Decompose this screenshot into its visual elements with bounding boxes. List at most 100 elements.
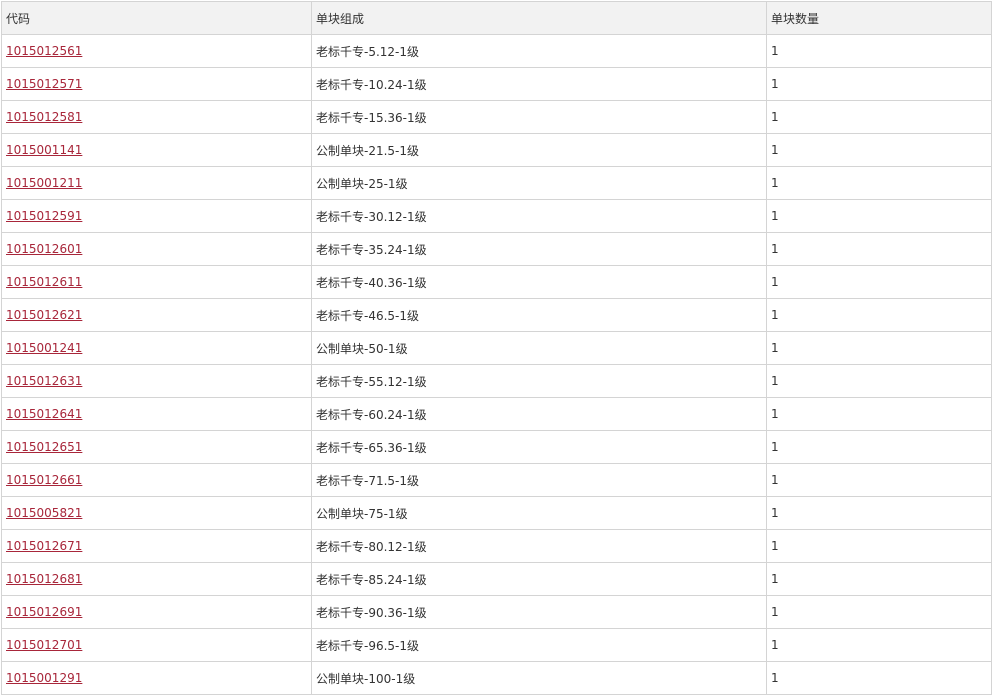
composition-cell: 老标千专-5.12-1级	[311, 34, 767, 68]
column-header-composition: 单块组成	[311, 1, 767, 35]
code-cell: 1015001211	[1, 166, 312, 200]
table-row: 1015012701 老标千专-96.5-1级 1	[1, 628, 992, 662]
composition-cell: 老标千专-85.24-1级	[311, 562, 767, 596]
composition-cell: 公制单块-50-1级	[311, 331, 767, 365]
code-cell: 1015012601	[1, 232, 312, 266]
composition-cell: 老标千专-30.12-1级	[311, 199, 767, 233]
composition-cell: 老标千专-35.24-1级	[311, 232, 767, 266]
code-link[interactable]: 1015001141	[6, 143, 82, 157]
code-cell: 1015012571	[1, 67, 312, 101]
table-row: 1015001211 公制单块-25-1级 1	[1, 166, 992, 200]
code-link[interactable]: 1015012681	[6, 572, 82, 586]
table-row: 1015012601 老标千专-35.24-1级 1	[1, 232, 992, 266]
code-link[interactable]: 1015012621	[6, 308, 82, 322]
code-cell: 1015012671	[1, 529, 312, 563]
code-link[interactable]: 1015012671	[6, 539, 82, 553]
count-cell: 1	[766, 562, 992, 596]
code-link[interactable]: 1015012691	[6, 605, 82, 619]
code-cell: 1015012661	[1, 463, 312, 497]
composition-cell: 老标千专-65.36-1级	[311, 430, 767, 464]
table-row: 1015012611 老标千专-40.36-1级 1	[1, 265, 992, 299]
count-cell: 1	[766, 628, 992, 662]
table-row: 1015001291 公制单块-100-1级 1	[1, 661, 992, 695]
code-cell: 1015012591	[1, 199, 312, 233]
table-header-row: 代码 单块组成 单块数量	[1, 1, 992, 35]
table-body: 1015012561 老标千专-5.12-1级 1 1015012571 老标千专-10…	[1, 34, 992, 695]
table-row: 1015001241 公制单块-50-1级 1	[1, 331, 992, 365]
table-row: 1015001141 公制单块-21.5-1级 1	[1, 133, 992, 167]
code-cell: 1015012641	[1, 397, 312, 431]
code-link[interactable]: 1015012601	[6, 242, 82, 256]
code-link[interactable]: 1015012611	[6, 275, 82, 289]
count-cell: 1	[766, 298, 992, 332]
count-cell: 1	[766, 34, 992, 68]
count-cell: 1	[766, 232, 992, 266]
code-link[interactable]: 1015001291	[6, 671, 82, 685]
composition-cell: 老标千专-96.5-1级	[311, 628, 767, 662]
composition-cell: 老标千专-90.36-1级	[311, 595, 767, 629]
code-link[interactable]: 1015012651	[6, 440, 82, 454]
table-row: 1015005821 公制单块-75-1级 1	[1, 496, 992, 530]
composition-cell: 老标千专-55.12-1级	[311, 364, 767, 398]
table-row: 1015012571 老标千专-10.24-1级 1	[1, 67, 992, 101]
composition-cell: 老标千专-40.36-1级	[311, 265, 767, 299]
code-cell: 1015001291	[1, 661, 312, 695]
count-cell: 1	[766, 331, 992, 365]
count-cell: 1	[766, 265, 992, 299]
code-cell: 1015012581	[1, 100, 312, 134]
table-row: 1015012641 老标千专-60.24-1级 1	[1, 397, 992, 431]
composition-cell: 公制单块-75-1级	[311, 496, 767, 530]
column-header-code: 代码	[1, 1, 312, 35]
composition-cell: 老标千专-80.12-1级	[311, 529, 767, 563]
code-link[interactable]: 1015012571	[6, 77, 82, 91]
composition-cell: 老标千专-10.24-1级	[311, 67, 767, 101]
composition-cell: 老标千专-60.24-1级	[311, 397, 767, 431]
code-link[interactable]: 1015012561	[6, 44, 82, 58]
table-row: 1015012681 老标千专-85.24-1级 1	[1, 562, 992, 596]
table-row: 1015012671 老标千专-80.12-1级 1	[1, 529, 992, 563]
code-link[interactable]: 1015001211	[6, 176, 82, 190]
code-link[interactable]: 1015012641	[6, 407, 82, 421]
code-link[interactable]: 1015012581	[6, 110, 82, 124]
table-row: 1015012621 老标千专-46.5-1级 1	[1, 298, 992, 332]
count-cell: 1	[766, 496, 992, 530]
code-link[interactable]: 1015012661	[6, 473, 82, 487]
table-row: 1015012651 老标千专-65.36-1级 1	[1, 430, 992, 464]
count-cell: 1	[766, 463, 992, 497]
count-cell: 1	[766, 397, 992, 431]
code-cell: 1015012701	[1, 628, 312, 662]
table-row: 1015012631 老标千专-55.12-1级 1	[1, 364, 992, 398]
count-cell: 1	[766, 133, 992, 167]
code-cell: 1015012691	[1, 595, 312, 629]
count-cell: 1	[766, 364, 992, 398]
composition-cell: 公制单块-100-1级	[311, 661, 767, 695]
code-link[interactable]: 1015012701	[6, 638, 82, 652]
table-row: 1015012581 老标千专-15.36-1级 1	[1, 100, 992, 134]
composition-cell: 公制单块-25-1级	[311, 166, 767, 200]
code-cell: 1015012561	[1, 34, 312, 68]
page: 代码 单块组成 单块数量 1015012561 老标千专-5.12-1级 1 1015…	[0, 0, 992, 697]
code-link[interactable]: 1015012631	[6, 374, 82, 388]
code-link[interactable]: 1015005821	[6, 506, 82, 520]
code-cell: 1015005821	[1, 496, 312, 530]
code-link[interactable]: 1015012591	[6, 209, 82, 223]
table-row: 1015012661 老标千专-71.5-1级 1	[1, 463, 992, 497]
code-cell: 1015012611	[1, 265, 312, 299]
count-cell: 1	[766, 529, 992, 563]
count-cell: 1	[766, 67, 992, 101]
count-cell: 1	[766, 430, 992, 464]
count-cell: 1	[766, 199, 992, 233]
composition-cell: 老标千专-15.36-1级	[311, 100, 767, 134]
code-link[interactable]: 1015001241	[6, 341, 82, 355]
code-cell: 1015012631	[1, 364, 312, 398]
composition-cell: 老标千专-46.5-1级	[311, 298, 767, 332]
code-cell: 1015012681	[1, 562, 312, 596]
count-cell: 1	[766, 100, 992, 134]
table-row: 1015012591 老标千专-30.12-1级 1	[1, 199, 992, 233]
table-row: 1015012691 老标千专-90.36-1级 1	[1, 595, 992, 629]
code-cell: 1015012651	[1, 430, 312, 464]
count-cell: 1	[766, 595, 992, 629]
count-cell: 1	[766, 166, 992, 200]
composition-cell: 公制单块-21.5-1级	[311, 133, 767, 167]
code-cell: 1015001241	[1, 331, 312, 365]
